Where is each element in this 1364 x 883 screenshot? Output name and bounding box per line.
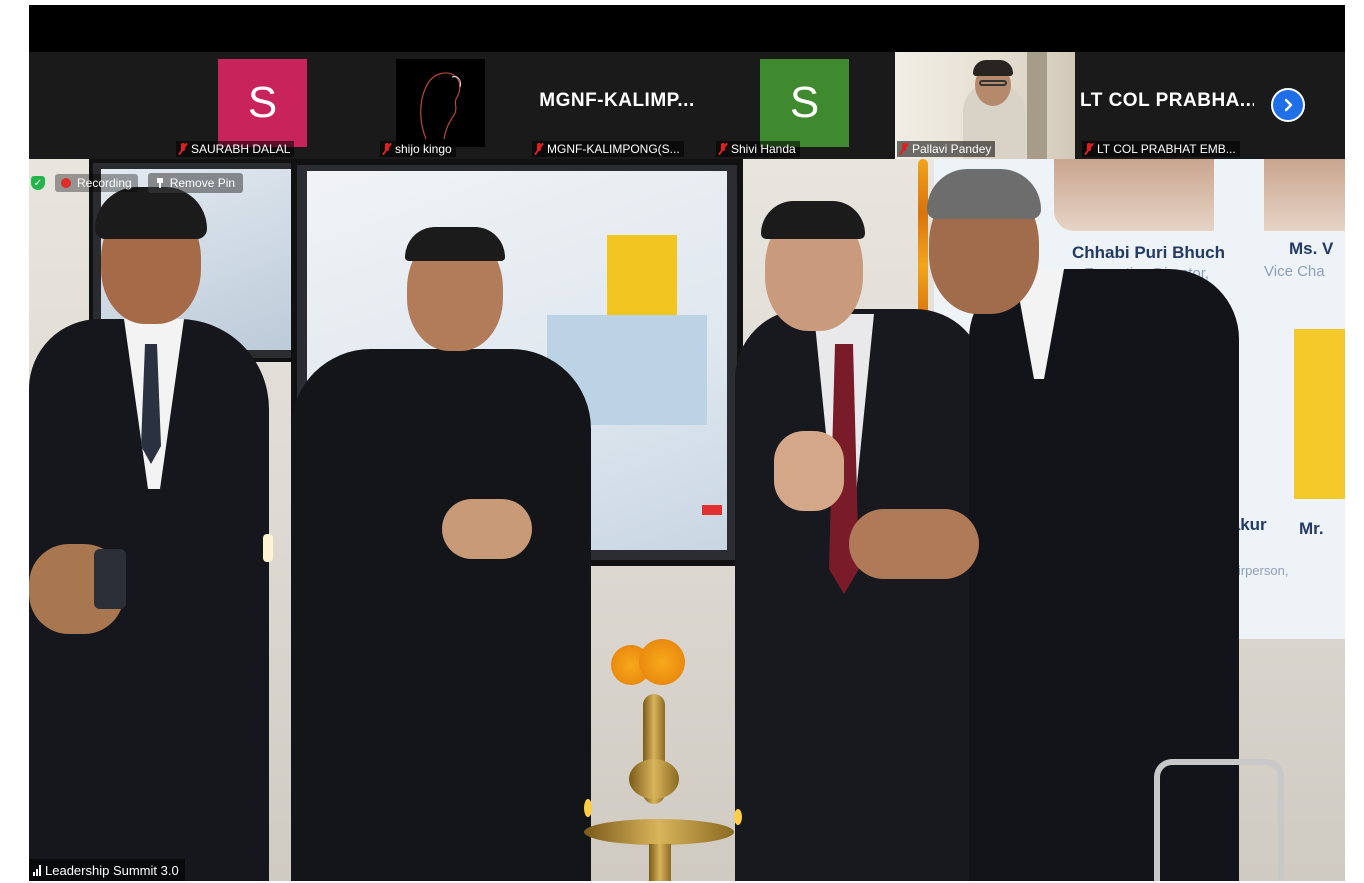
participant-video xyxy=(396,59,485,147)
recording-indicator[interactable]: Recording xyxy=(55,174,138,192)
banner-name-2: Ms. V xyxy=(1289,239,1334,258)
mic-muted-icon xyxy=(382,143,392,155)
participant-name-tag: LT COL PRABHAT EMB... xyxy=(1082,141,1240,157)
mic-muted-icon xyxy=(1084,143,1094,155)
walker-frame xyxy=(1154,759,1284,881)
mic-muted-icon xyxy=(534,143,544,155)
participant-tile-mgnf[interactable]: MGNF-KALIMP... MGNF-KALIMPONG(S... xyxy=(530,52,704,159)
participant-title: MGNF-KALIMP... xyxy=(539,90,695,111)
recording-bar: ✓ Recording Remove Pin xyxy=(31,173,244,193)
avatar-initial: S xyxy=(789,78,820,127)
participant-name-tag: Pallavi Pandey xyxy=(897,141,996,157)
participant-name: Shivi Handa xyxy=(731,142,796,156)
participant-name-tag: MGNF-KALIMPONG(S... xyxy=(532,141,684,157)
participant-name: Pallavi Pandey xyxy=(912,142,992,156)
participant-name-tag: shijo kingo xyxy=(380,141,456,157)
record-dot-icon xyxy=(61,178,71,188)
participant-name: LT COL PRABHAT EMB... xyxy=(1097,142,1236,156)
participant-tile-shijo[interactable]: shijo kingo xyxy=(352,52,526,159)
remove-pin-label: Remove Pin xyxy=(169,176,236,190)
pin-icon xyxy=(156,178,164,188)
participant-tile-shivi[interactable]: S Shivi Handa xyxy=(714,52,888,159)
remove-pin-button[interactable]: Remove Pin xyxy=(147,173,244,193)
participant-tile-pallavi[interactable]: Pallavi Pandey xyxy=(895,52,1075,159)
mic-muted-icon xyxy=(718,143,728,155)
participant-name: shijo kingo xyxy=(395,142,452,156)
participant-title: LT COL PRABHA... xyxy=(1080,90,1254,111)
mic-muted-icon xyxy=(178,143,188,155)
participant-name-tag: Shivi Handa xyxy=(716,141,800,157)
banner-name-1: Chhabi Puri Bhuch xyxy=(1072,243,1225,262)
speaker-name-tag: Leadership Summit 3.0 xyxy=(29,859,185,881)
participant-tile-saurabh[interactable]: S SAURABH DALAL xyxy=(174,52,348,159)
participant-strip: S SAURABH DALAL shijo kingo MGNF-KALIMP.… xyxy=(29,52,1345,159)
banner-name-4: Mr. xyxy=(1299,519,1324,538)
marigold-garland xyxy=(918,159,928,319)
avatar: S xyxy=(218,59,307,147)
avatar: S xyxy=(760,59,849,147)
signal-bars-icon xyxy=(33,864,41,876)
candle xyxy=(263,534,273,562)
chevron-right-icon xyxy=(1284,98,1293,112)
mic-muted-icon xyxy=(899,143,909,155)
participant-tile-prabhat[interactable]: LT COL PRABHA... LT COL PRABHAT EMB... xyxy=(1080,52,1254,159)
recording-label: Recording xyxy=(77,176,132,190)
next-page-button[interactable] xyxy=(1271,88,1305,122)
meeting-window: S SAURABH DALAL shijo kingo MGNF-KALIMP.… xyxy=(29,5,1345,881)
shield-icon: ✓ xyxy=(31,176,45,190)
participant-name: SAURABH DALAL xyxy=(191,142,291,156)
silhouette-icon xyxy=(420,72,461,140)
main-video: Chhabi Puri Bhuch Executive Director, Ms… xyxy=(29,159,1345,881)
speaker-name: Leadership Summit 3.0 xyxy=(45,862,179,878)
participant-name: MGNF-KALIMPONG(S... xyxy=(547,142,680,156)
banner-title-2: Vice Cha xyxy=(1264,263,1325,280)
avatar-initial: S xyxy=(247,78,278,127)
participant-name-tag: SAURABH DALAL xyxy=(176,141,295,157)
